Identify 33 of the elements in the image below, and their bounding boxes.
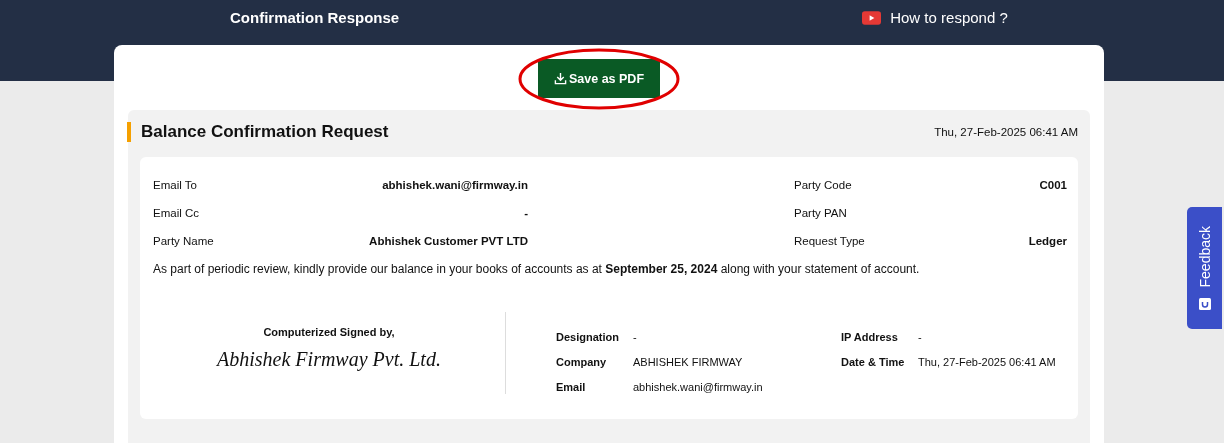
save-pdf-button[interactable]: Save as PDF [537,59,660,98]
detail-label: IP Address [841,330,899,343]
detail-label: Date & Time [841,355,906,368]
field-value: C001 [1039,179,1067,191]
request-message: As part of periodic review, kindly provide our balance in your books of accounts as at September 25, 2024 along with your statement of account. [153,262,921,276]
request-timestamp: Thu, 27-Feb-2025 06:41 AM [934,126,1078,138]
detail-label: Company [556,355,608,368]
help-link[interactable]: How to respond ? [862,9,1008,26]
detail-value: Thu, 27-Feb-2025 06:41 AM [918,355,1056,368]
field-value: Abhishek Customer PVT LTD [369,235,528,247]
signature-heading: Computerized Signed by, [263,326,395,338]
request-title: Balance Confirmation Request [141,122,389,142]
detail-value: ABHISHEK FIRMWAY [633,355,743,368]
feedback-tab[interactable]: Feedback [1187,207,1222,329]
field-label: Party Name [153,235,214,247]
detail-value: - [918,330,922,343]
download-icon [553,72,567,85]
detail-label: Designation [556,330,620,343]
field-label: Request Type [794,235,865,247]
field-label: Email Cc [153,207,199,219]
field-label: Email To [153,179,197,191]
detail-value: abhishek.wani@firmway.in [633,380,763,393]
field-label: Party PAN [794,207,847,219]
page-title: Confirmation Response [230,9,400,26]
field-value: - [524,207,528,219]
field-value: abhishek.wani@firmway.in [382,179,528,191]
field-value: Ledger [1028,235,1067,247]
signature: Abhishek Firmway Pvt. Ltd. [217,348,441,371]
detail-label: Email [556,380,587,393]
detail-value: - [633,330,637,343]
play-icon [862,10,882,25]
field-label: Party Code [794,179,852,191]
chat-icon [1198,297,1211,310]
